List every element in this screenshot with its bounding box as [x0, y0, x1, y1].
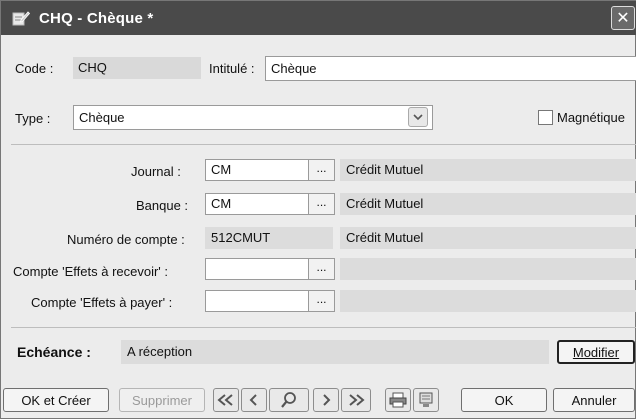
window-title: CHQ - Chèque *: [39, 9, 154, 27]
next-record-button[interactable]: [313, 388, 339, 412]
screen-preview-icon: [419, 392, 433, 407]
last-record-button[interactable]: [341, 388, 371, 412]
banque-label: Banque :: [136, 198, 189, 213]
chevron-down-icon: [413, 113, 423, 120]
previous-record-button[interactable]: [241, 388, 267, 412]
type-select-value: Chèque: [79, 110, 125, 125]
journal-browse-button[interactable]: ...: [309, 159, 335, 181]
close-icon: ✕: [616, 10, 630, 27]
effets-recevoir-label: Compte 'Effets à recevoir' :: [13, 264, 169, 279]
search-button[interactable]: [269, 388, 309, 412]
right-arrow-icon: [323, 394, 331, 406]
code-label: Code :: [15, 61, 54, 76]
echeance-label: Echéance :: [17, 344, 91, 360]
journal-name: Crédit Mutuel: [340, 159, 636, 181]
banque-browse-button[interactable]: ...: [309, 193, 335, 215]
effets-recevoir-input[interactable]: [205, 258, 309, 280]
type-dropdown-button[interactable]: [408, 107, 428, 127]
annuler-button[interactable]: Annuler: [553, 388, 635, 412]
banque-input[interactable]: CM: [205, 193, 309, 215]
modifier-button-label: Modifier: [572, 344, 620, 360]
printer-icon: [389, 392, 407, 408]
effets-recevoir-name: [340, 258, 636, 280]
edit-document-icon: [11, 9, 31, 27]
first-record-button[interactable]: [213, 388, 239, 412]
journal-label: Journal :: [131, 164, 181, 179]
intitule-label: Intitulé :: [209, 61, 255, 76]
type-select[interactable]: Chèque: [73, 105, 433, 130]
double-left-arrow-icon: [217, 394, 233, 406]
close-button[interactable]: ✕: [611, 6, 635, 30]
dialog-window: CHQ - Chèque * ✕ Code : CHQ Intitulé : C…: [0, 0, 636, 419]
ok-creer-button[interactable]: OK et Créer: [3, 388, 109, 412]
double-right-arrow-icon: [349, 394, 365, 406]
effets-payer-name: [340, 290, 636, 312]
effets-payer-input[interactable]: [205, 290, 309, 312]
magnetique-label: Magnétique: [557, 110, 625, 125]
search-icon: [281, 392, 296, 408]
left-arrow-icon: [249, 394, 257, 406]
effets-payer-label: Compte 'Effets à payer' :: [31, 295, 173, 310]
ok-button[interactable]: OK: [461, 388, 547, 412]
banque-name: Crédit Mutuel: [340, 193, 636, 215]
code-field: CHQ: [73, 57, 201, 79]
divider: [11, 327, 636, 328]
effets-payer-browse-button[interactable]: ...: [309, 290, 335, 312]
echeance-value: A réception: [121, 340, 549, 364]
print-button[interactable]: [385, 388, 411, 412]
divider: [11, 144, 636, 145]
intitule-input[interactable]: Chèque: [265, 56, 636, 81]
preview-button[interactable]: [413, 388, 439, 412]
numero-compte-name: Crédit Mutuel: [340, 227, 636, 249]
supprimer-button[interactable]: Supprimer: [119, 388, 205, 412]
numero-compte-value: 512CMUT: [205, 227, 333, 249]
effets-recevoir-browse-button[interactable]: ...: [309, 258, 335, 280]
type-label: Type :: [15, 111, 51, 126]
numero-compte-label: Numéro de compte :: [67, 232, 185, 247]
modifier-button[interactable]: Modifier: [557, 340, 635, 364]
title-bar: CHQ - Chèque * ✕: [1, 1, 636, 35]
journal-input[interactable]: CM: [205, 159, 309, 181]
magnetique-checkbox[interactable]: [538, 110, 553, 125]
